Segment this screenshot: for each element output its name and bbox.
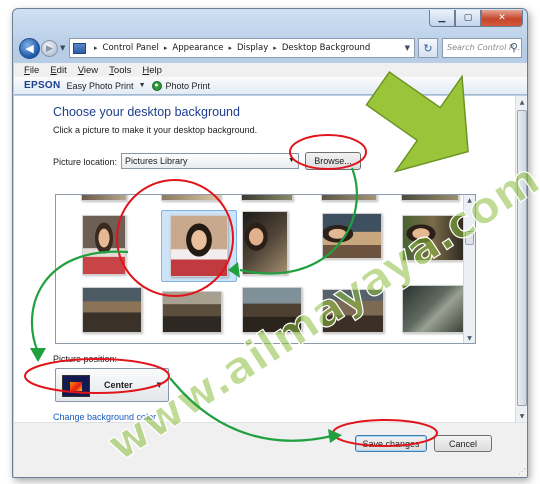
position-preview-icon [62, 375, 90, 397]
picture-location-label: Picture location: [53, 157, 118, 167]
photo-thumbnail[interactable] [82, 287, 142, 333]
page-title: Choose your desktop background [53, 105, 240, 119]
picture-gallery[interactable]: ▲ ▼ [55, 194, 476, 344]
picture-location-value: Pictures Library [125, 156, 188, 166]
address-dropdown-icon[interactable]: ▼ [405, 44, 410, 52]
control-panel-window: ▁ ▢ ✕ ◀ ▶ ▼ ▸ Control Panel ▸ Appearance… [12, 8, 528, 478]
easy-photo-print-dropdown-icon[interactable]: ▼ [139, 82, 146, 89]
search-input[interactable]: Search Control P... ⚲ [442, 38, 522, 58]
menu-edit[interactable]: Edit [50, 65, 66, 76]
footer-bar: Save changes Cancel ⋰ [14, 422, 527, 477]
picture-location-select[interactable]: Pictures Library ▼ [121, 153, 299, 169]
chevron-down-icon: ▼ [288, 157, 295, 164]
control-panel-icon [73, 42, 86, 54]
scroll-up-icon[interactable]: ▲ [516, 96, 527, 108]
forward-button[interactable]: ▶ [41, 40, 58, 57]
page-scroll-thumb[interactable] [517, 110, 527, 406]
breadcrumb-separator-icon: ▸ [94, 44, 98, 52]
address-bar[interactable]: ▸ Control Panel ▸ Appearance ▸ Display ▸… [69, 38, 415, 58]
menu-tools[interactable]: Tools [109, 65, 131, 76]
photo-thumbnail[interactable] [81, 195, 127, 201]
photo-thumbnail[interactable] [322, 289, 384, 333]
menu-bar: File Edit View Tools Help [14, 63, 527, 77]
back-button[interactable]: ◀ [19, 38, 40, 59]
photo-thumbnail[interactable] [242, 287, 302, 333]
menu-help[interactable]: Help [142, 65, 162, 76]
refresh-button[interactable]: ↻ [418, 38, 438, 58]
gallery-scrollbar[interactable]: ▲ ▼ [463, 195, 475, 343]
breadcrumb-separator-icon: ▸ [163, 44, 168, 52]
minimize-button[interactable]: ▁ [429, 10, 455, 27]
photo-thumbnail[interactable] [401, 195, 459, 201]
menu-file[interactable]: File [24, 65, 39, 76]
picture-position-label: Picture position: [53, 354, 118, 364]
navigation-bar: ◀ ▶ ▼ ▸ Control Panel ▸ Appearance ▸ Dis… [17, 35, 525, 61]
photo-thumbnail[interactable] [82, 215, 126, 275]
easy-photo-print-button[interactable]: Easy Photo Print [67, 81, 134, 91]
maximize-button[interactable]: ▢ [455, 10, 481, 27]
breadcrumb-desktop-background[interactable]: Desktop Background [282, 43, 370, 53]
search-icon[interactable]: ⚲ [510, 41, 518, 54]
caption-buttons: ▁ ▢ ✕ [429, 10, 523, 27]
photo-thumbnail[interactable] [161, 195, 221, 201]
cancel-button[interactable]: Cancel [434, 435, 492, 452]
resize-grip-icon[interactable]: ⋰ [518, 467, 526, 476]
browse-button[interactable]: Browse... [305, 152, 361, 170]
gallery-scroll-thumb[interactable] [465, 231, 474, 245]
scroll-up-icon[interactable]: ▲ [464, 195, 475, 205]
photo-thumbnail-selected[interactable] [170, 215, 228, 277]
breadcrumb-separator-icon: ▸ [228, 44, 232, 52]
scroll-down-icon[interactable]: ▼ [464, 333, 475, 343]
scroll-down-icon[interactable]: ▼ [516, 410, 527, 422]
close-button[interactable]: ✕ [481, 10, 523, 27]
photo-print-button[interactable]: Photo Print [166, 81, 211, 91]
menu-view[interactable]: View [78, 65, 98, 76]
photo-thumbnail[interactable] [162, 291, 222, 333]
picture-position-select[interactable]: Center ▼ [55, 368, 169, 402]
breadcrumb-separator-icon: ▸ [273, 44, 277, 52]
photo-thumbnail[interactable] [402, 285, 464, 333]
save-changes-button[interactable]: Save changes [355, 435, 427, 452]
photo-thumbnail[interactable] [321, 195, 377, 201]
photo-thumbnail[interactable] [242, 211, 288, 275]
epson-toolbar: EPSON Easy Photo Print ▼ ● Photo Print [14, 77, 527, 95]
page-description: Click a picture to make it your desktop … [53, 125, 258, 135]
breadcrumb-control-panel[interactable]: Control Panel [103, 43, 159, 53]
photo-thumbnail[interactable] [241, 195, 293, 201]
main-content: Choose your desktop background Click a p… [14, 96, 527, 422]
breadcrumb-display[interactable]: Display [237, 43, 268, 53]
photo-thumbnail[interactable] [402, 215, 464, 261]
change-background-color-link[interactable]: Change background color [53, 412, 156, 422]
chevron-down-icon: ▼ [156, 381, 162, 389]
photo-print-icon: ● [151, 80, 162, 91]
recent-pages-dropdown[interactable]: ▼ [60, 44, 65, 52]
picture-position-value: Center [104, 380, 133, 390]
page-scrollbar[interactable]: ▲ ▼ [515, 96, 527, 422]
breadcrumb-appearance[interactable]: Appearance [172, 43, 223, 53]
photo-thumbnail[interactable] [322, 213, 382, 259]
epson-logo: EPSON [24, 80, 61, 91]
